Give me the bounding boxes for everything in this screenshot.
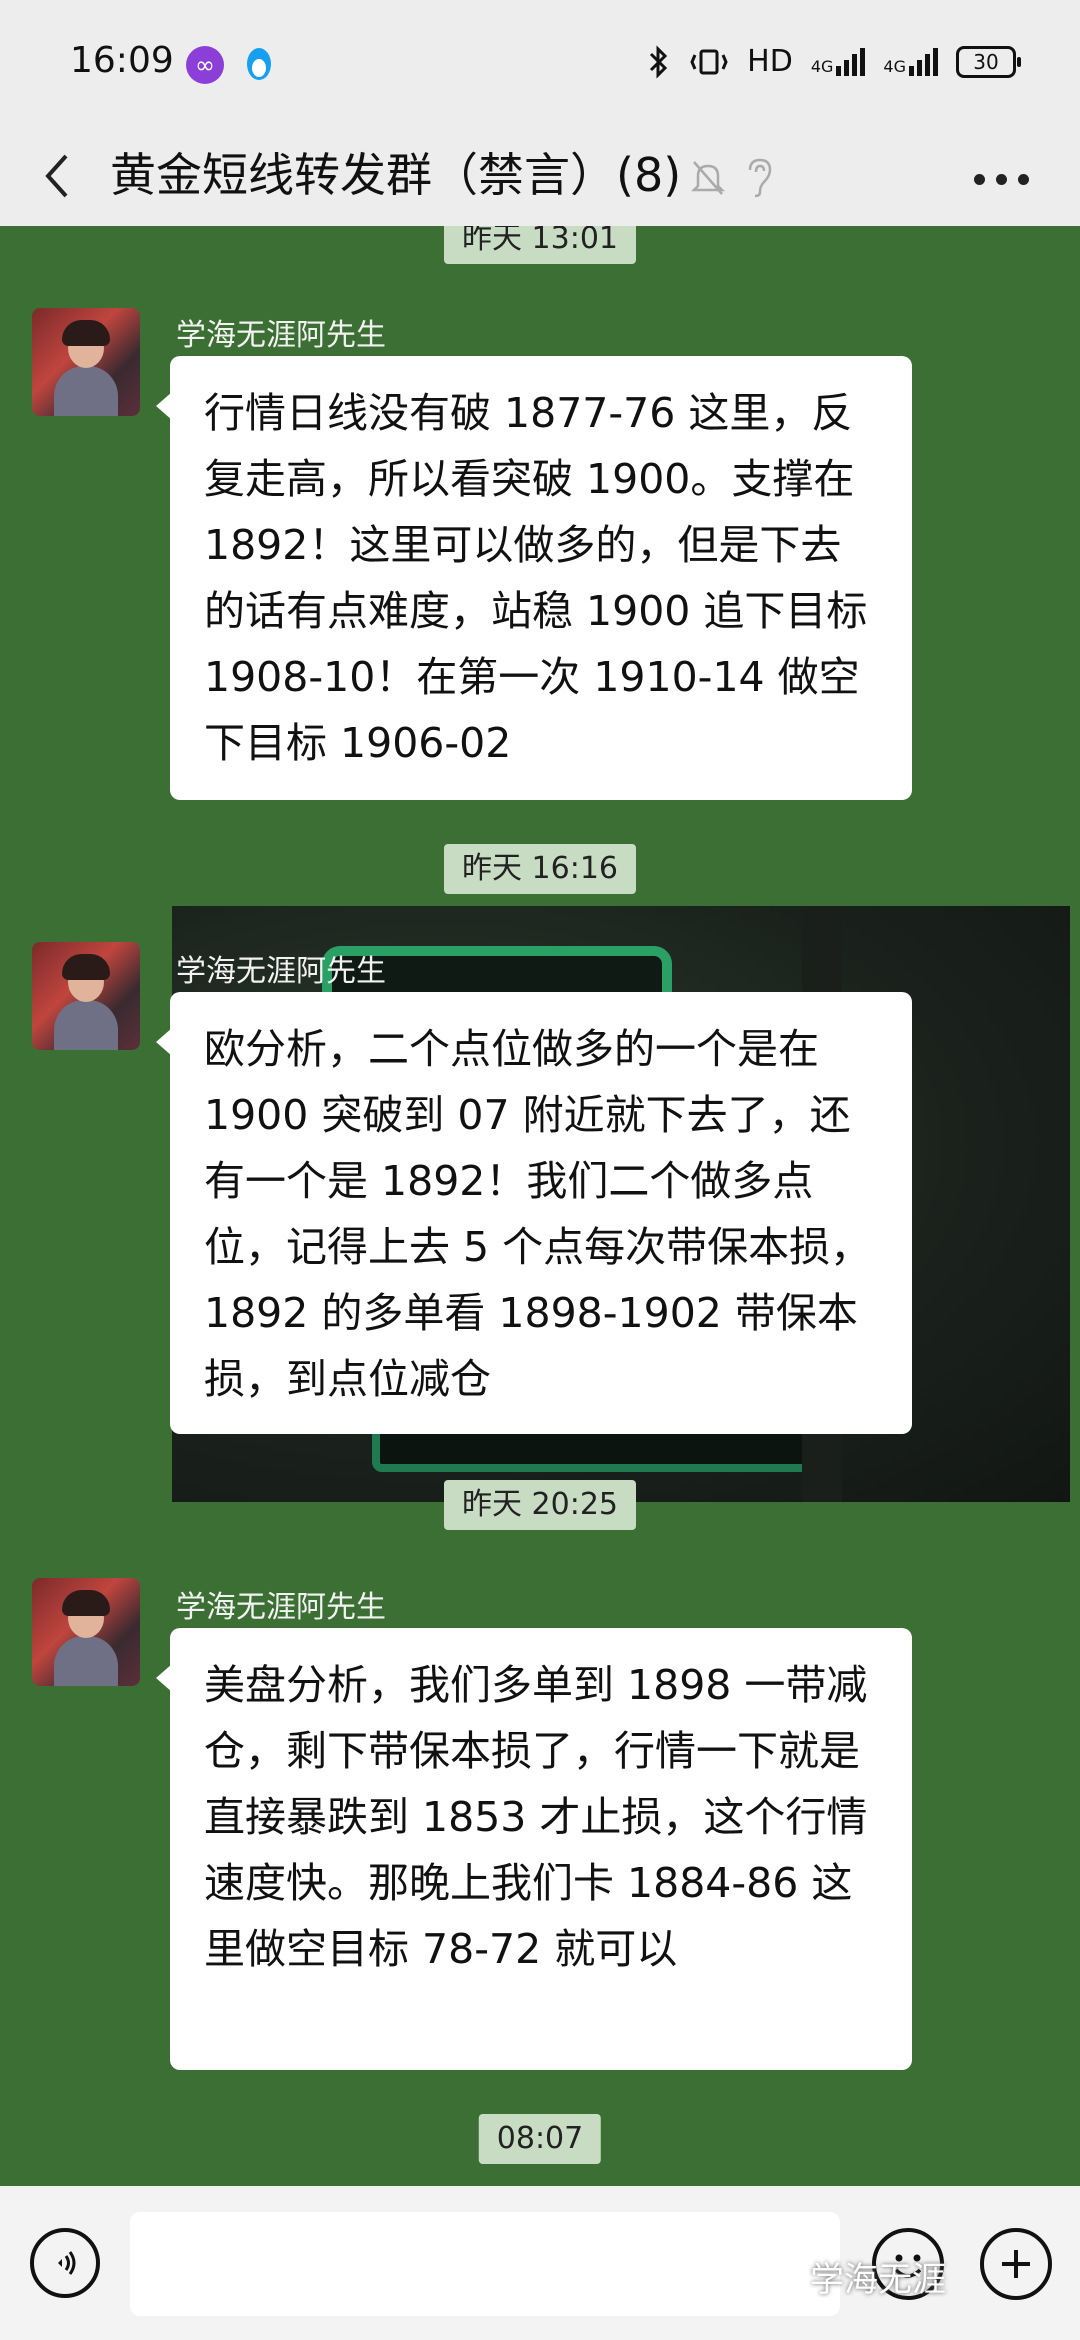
mute-bell-icon: [690, 161, 726, 195]
chat-messages[interactable]: 昨天 13:01 学海无涯阿先生 行情日线没有破 1877-76 这里，反复走高…: [0, 226, 1080, 2186]
status-icons: HD 4G 4G 30: [647, 44, 1021, 79]
message-timestamp: 08:07: [478, 2114, 602, 2164]
add-attachment-icon[interactable]: [980, 2228, 1052, 2300]
back-arrow-icon[interactable]: [36, 146, 76, 206]
message-input[interactable]: [130, 2212, 840, 2316]
signal-icon-2: 4G: [883, 47, 938, 76]
qq-penguin-icon: [242, 44, 276, 84]
sender-avatar[interactable]: [32, 942, 140, 1050]
more-options-icon[interactable]: [974, 174, 1034, 188]
chat-header: 黄金短线转发群（禁言）(8): [0, 130, 1080, 226]
chat-title: 黄金短线转发群（禁言）(8): [110, 148, 682, 202]
status-bar: 16:09 ∞ HD 4G 4G 30: [0, 0, 1080, 130]
battery-icon: 30: [956, 45, 1021, 78]
message-timestamp: 昨天 16:16: [444, 844, 636, 894]
hd-label: HD: [747, 44, 793, 79]
sender-name: 学海无涯阿先生: [176, 318, 386, 353]
sender-name: 学海无涯阿先生: [176, 1590, 386, 1625]
vibrate-icon: [690, 49, 728, 74]
message-bubble[interactable]: 欧分析，二个点位做多的一个是在 1900 突破到 07 附近就下去了，还有一个是…: [156, 992, 912, 1434]
bluetooth-icon: [650, 44, 668, 79]
status-time: 16:09: [70, 40, 174, 81]
signal-icon-1: 4G: [811, 47, 866, 76]
message-timestamp: 昨天 20:25: [444, 1480, 636, 1530]
watermark: 学海无涯: [810, 2260, 946, 2300]
message-bubble[interactable]: 行情日线没有破 1877-76 这里，反复走高，所以看突破 1900。支撑在 1…: [156, 356, 912, 800]
voice-input-icon[interactable]: [30, 2228, 100, 2298]
message-timestamp: 昨天 13:01: [444, 226, 636, 264]
sender-avatar[interactable]: [32, 1578, 140, 1686]
sender-avatar[interactable]: [32, 308, 140, 416]
sender-name: 学海无涯阿先生: [176, 954, 386, 989]
message-bubble[interactable]: 美盘分析，我们多单到 1898 一带减仓，剩下带保本损了，行情一下就是直接暴跌到…: [156, 1628, 912, 2070]
app-notification-icon: ∞: [186, 46, 224, 84]
ear-icon: [748, 158, 772, 198]
